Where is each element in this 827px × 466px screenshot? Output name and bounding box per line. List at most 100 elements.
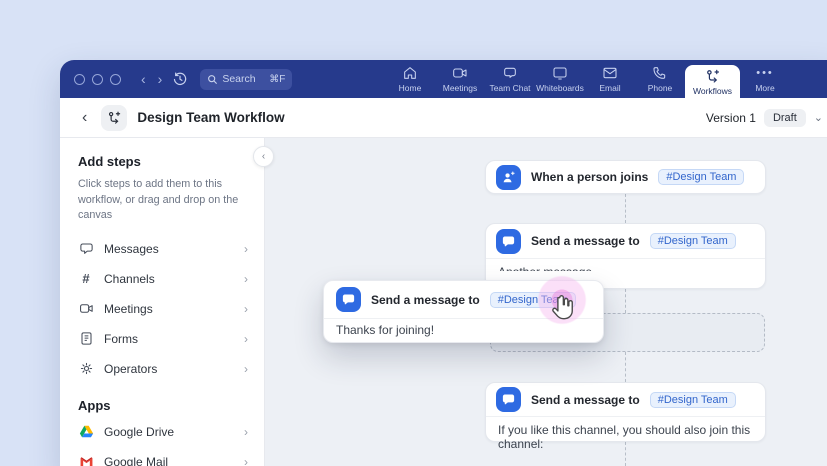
chat-bubble-icon [496,229,521,254]
connector-line [625,289,626,313]
envelope-icon [602,65,618,81]
nav-home-label: Home [399,83,422,93]
workflow-icon [705,68,721,84]
more-dots-icon: ••• [756,65,774,81]
connector-line [625,352,626,382]
nav-workflows-label: Workflows [693,86,732,96]
gmail-icon [78,454,94,466]
back-to-workflows-icon[interactable]: ‹ [78,109,91,127]
version-label: Version 1 [706,111,756,125]
whiteboard-icon [552,65,568,81]
chevron-right-icon: › [244,332,248,346]
nav-team-chat[interactable]: Team Chat [485,60,535,98]
trigger-title: When a person joins [531,170,648,184]
maximize-window-icon[interactable] [110,74,121,85]
final-step-node[interactable]: Send a message to #Design Team If you li… [485,382,766,442]
workflow-canvas[interactable]: When a person joins #Design Team Send a … [265,138,827,466]
workflow-header: ‹ Design Team Workflow Version 1 Draft ⌄ [60,98,827,138]
window-controls[interactable] [74,74,121,85]
nav-phone[interactable]: Phone [635,60,685,98]
chevron-right-icon: › [244,425,248,439]
nav-phone-label: Phone [648,83,673,93]
content-area: Add steps Click steps to add them to thi… [60,138,827,466]
add-steps-sidebar: Add steps Click steps to add them to thi… [60,138,265,466]
message-bubble-icon [78,241,94,257]
sidebar-item-label: Channels [104,272,234,286]
window-titlebar: ‹ › ⌘F Home Meetings Team Chat [60,60,827,98]
nav-whiteboards[interactable]: Whiteboards [535,60,585,98]
workflow-badge [101,105,127,131]
nav-meetings[interactable]: Meetings [435,60,485,98]
sidebar-item-meetings[interactable]: Meetings › [78,294,248,324]
sidebar-item-label: Operators [104,362,234,376]
close-window-icon[interactable] [74,74,85,85]
form-clipboard-icon [78,331,94,347]
sidebar-item-label: Forms [104,332,234,346]
workflow-icon [107,110,122,125]
connector-line [625,194,626,223]
sidebar-heading: Add steps [78,154,248,169]
main-navigation: Home Meetings Team Chat Whiteboards Emai… [385,60,790,98]
search-input[interactable] [222,73,265,85]
nav-more-label: More [755,83,774,93]
search-shortcut: ⌘F [269,74,285,85]
chevron-right-icon: › [244,242,248,256]
sidebar-item-label: Google Mail [104,455,234,466]
chat-bubble-icon [336,287,361,312]
step-title: Send a message to [531,393,640,407]
chevron-right-icon: › [244,272,248,286]
sidebar-item-operators[interactable]: Operators › [78,354,248,384]
person-join-icon [496,165,521,190]
nav-team-chat-label: Team Chat [489,83,530,93]
channel-tag[interactable]: #Design Team [658,169,744,185]
nav-home[interactable]: Home [385,60,435,98]
app-window: ‹ › ⌘F Home Meetings Team Chat [60,60,827,466]
nav-email-label: Email [599,83,620,93]
nav-email[interactable]: Email [585,60,635,98]
sidebar-description: Click steps to add them to this workflow… [78,177,248,224]
step-body: If you like this channel, you should als… [486,417,765,457]
nav-more[interactable]: ••• More [740,60,790,98]
sidebar-item-google-mail[interactable]: Google Mail › [78,447,248,466]
nav-whiteboards-label: Whiteboards [536,83,584,93]
search-box[interactable]: ⌘F [200,69,292,90]
sidebar-item-label: Google Drive [104,425,234,439]
home-icon [402,65,418,81]
channel-tag[interactable]: #Design Team [650,392,736,408]
chevron-right-icon: › [244,362,248,376]
forward-icon[interactable]: › [152,72,169,86]
sidebar-collapse-button[interactable]: ‹ [253,146,274,167]
hand-cursor-icon [549,294,579,324]
minimize-window-icon[interactable] [92,74,103,85]
step-title: Send a message to [531,234,640,248]
status-badge: Draft [764,109,806,127]
trigger-node[interactable]: When a person joins #Design Team [485,160,766,194]
sidebar-item-label: Meetings [104,302,234,316]
step-title: Send a message to [371,293,480,307]
hash-icon: # [78,271,94,287]
sidebar-item-google-drive[interactable]: Google Drive › [78,417,248,447]
phone-icon [652,65,668,81]
sidebar-item-messages[interactable]: Messages › [78,234,248,264]
video-camera-icon [78,301,94,317]
sidebar-item-label: Messages [104,242,234,256]
page-title: Design Team Workflow [137,110,284,125]
google-drive-icon [78,424,94,440]
channel-tag[interactable]: #Design Team [650,233,736,249]
nav-meetings-label: Meetings [443,83,478,93]
sidebar-item-forms[interactable]: Forms › [78,324,248,354]
gear-icon [78,361,94,377]
chevron-right-icon: › [244,302,248,316]
chat-bubbles-icon [502,65,518,81]
step-body-partial: Another message [486,259,765,271]
search-icon [207,74,218,85]
video-camera-icon [452,65,468,81]
nav-workflows-active-tab[interactable]: Workflows [685,65,740,98]
apps-heading: Apps [78,398,248,413]
chevron-right-icon: › [244,455,248,466]
sidebar-item-channels[interactable]: # Channels › [78,264,248,294]
chevron-down-icon[interactable]: ⌄ [814,111,823,124]
history-icon[interactable] [172,71,188,87]
chat-bubble-icon [496,387,521,412]
back-icon[interactable]: ‹ [135,72,152,86]
